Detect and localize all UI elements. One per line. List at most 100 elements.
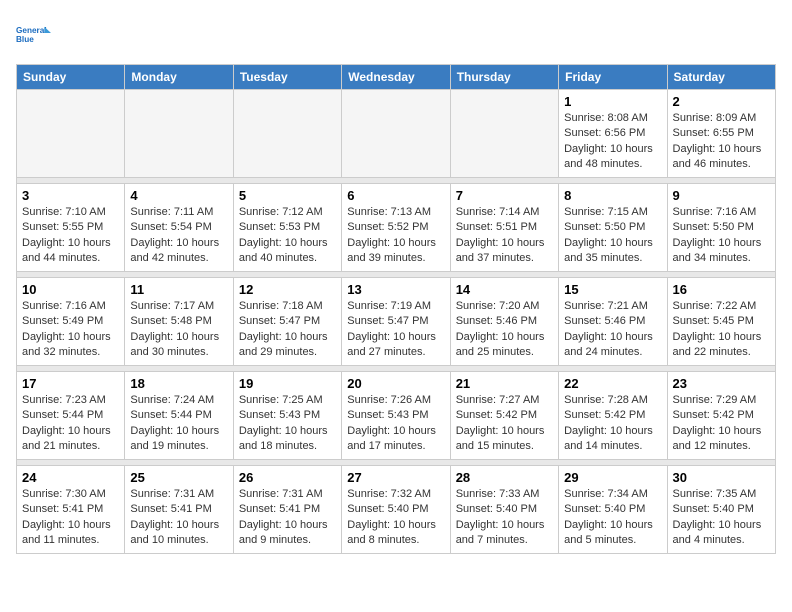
calendar-cell: 16Sunrise: 7:22 AMSunset: 5:45 PMDayligh… — [667, 278, 775, 366]
calendar-cell: 7 Sunrise: 7:14 AMSunset: 5:51 PMDaylight… — [450, 184, 558, 272]
day-number: 29 — [564, 470, 661, 485]
calendar-cell: 28 Sunrise: 7:33 AMSunset: 5:40 PMDayligh… — [450, 466, 558, 554]
calendar-cell: 9 Sunrise: 7:16 AMSunset: 5:50 PMDaylight… — [667, 184, 775, 272]
week-row-3: 10Sunrise: 7:16 AMSunset: 5:49 PMDayligh… — [17, 278, 776, 366]
svg-text:General: General — [16, 26, 47, 35]
day-number: 13 — [347, 282, 444, 297]
logo-icon: GeneralBlue — [16, 16, 52, 52]
day-number: 8 — [564, 188, 661, 203]
day-info: Sunrise: 7:20 AMSunset: 5:46 PMDaylight:… — [456, 299, 553, 361]
day-number: 2 — [673, 94, 770, 109]
day-number: 25 — [130, 470, 227, 485]
calendar-cell — [342, 90, 450, 178]
week-row-1: 1 Sunrise: 8:08 AMSunset: 6:56 PMDaylight… — [17, 90, 776, 178]
day-number: 24 — [22, 470, 119, 485]
day-info: Sunrise: 7:28 AMSunset: 5:42 PMDaylight:… — [564, 393, 661, 455]
calendar-cell — [125, 90, 233, 178]
calendar-cell: 8 Sunrise: 7:15 AMSunset: 5:50 PMDaylight… — [559, 184, 667, 272]
day-number: 17 — [22, 376, 119, 391]
day-number: 12 — [239, 282, 336, 297]
day-number: 4 — [130, 188, 227, 203]
calendar-cell: 22 Sunrise: 7:28 AMSunset: 5:42 PMDayligh… — [559, 372, 667, 460]
day-info: Sunrise: 7:31 AMSunset: 5:41 PMDaylight:… — [239, 487, 336, 549]
day-info: Sunrise: 7:29 AMSunset: 5:42 PMDaylight:… — [673, 393, 770, 455]
day-info: Sunrise: 7:19 AMSunset: 5:47 PMDaylight:… — [347, 299, 444, 361]
day-info: Sunrise: 8:09 AMSunset: 6:55 PMDaylight:… — [673, 111, 770, 173]
calendar-cell: 4Sunrise: 7:11 AMSunset: 5:54 PMDaylight… — [125, 184, 233, 272]
day-number: 18 — [130, 376, 227, 391]
day-info: Sunrise: 7:10 AMSunset: 5:55 PMDaylight:… — [22, 205, 119, 267]
calendar-cell: 18 Sunrise: 7:24 AMSunset: 5:44 PMDayligh… — [125, 372, 233, 460]
day-info: Sunrise: 7:32 AMSunset: 5:40 PMDaylight:… — [347, 487, 444, 549]
day-info: Sunrise: 7:16 AMSunset: 5:50 PMDaylight:… — [673, 205, 770, 267]
day-info: Sunrise: 7:35 AMSunset: 5:40 PMDaylight:… — [673, 487, 770, 549]
calendar-cell: 6 Sunrise: 7:13 AMSunset: 5:52 PMDaylight… — [342, 184, 450, 272]
calendar-cell: 10Sunrise: 7:16 AMSunset: 5:49 PMDayligh… — [17, 278, 125, 366]
day-info: Sunrise: 7:33 AMSunset: 5:40 PMDaylight:… — [456, 487, 553, 549]
day-info: Sunrise: 7:34 AMSunset: 5:40 PMDaylight:… — [564, 487, 661, 549]
day-number: 28 — [456, 470, 553, 485]
day-info: Sunrise: 7:13 AMSunset: 5:52 PMDaylight:… — [347, 205, 444, 267]
day-number: 14 — [456, 282, 553, 297]
day-number: 9 — [673, 188, 770, 203]
day-number: 30 — [673, 470, 770, 485]
day-number: 15 — [564, 282, 661, 297]
day-info: Sunrise: 7:15 AMSunset: 5:50 PMDaylight:… — [564, 205, 661, 267]
calendar-cell: 25 Sunrise: 7:31 AMSunset: 5:41 PMDayligh… — [125, 466, 233, 554]
day-number: 21 — [456, 376, 553, 391]
day-number: 20 — [347, 376, 444, 391]
calendar-cell: 1 Sunrise: 8:08 AMSunset: 6:56 PMDaylight… — [559, 90, 667, 178]
day-info: Sunrise: 7:31 AMSunset: 5:41 PMDaylight:… — [130, 487, 227, 549]
calendar-cell: 11 Sunrise: 7:17 AMSunset: 5:48 PMDayligh… — [125, 278, 233, 366]
day-info: Sunrise: 7:25 AMSunset: 5:43 PMDaylight:… — [239, 393, 336, 455]
calendar-header-wednesday: Wednesday — [342, 65, 450, 90]
day-number: 1 — [564, 94, 661, 109]
calendar-cell — [233, 90, 341, 178]
day-number: 5 — [239, 188, 336, 203]
calendar-header-saturday: Saturday — [667, 65, 775, 90]
day-number: 16 — [673, 282, 770, 297]
day-info: Sunrise: 8:08 AMSunset: 6:56 PMDaylight:… — [564, 111, 661, 173]
logo: GeneralBlue — [16, 16, 52, 52]
day-number: 11 — [130, 282, 227, 297]
day-info: Sunrise: 7:26 AMSunset: 5:43 PMDaylight:… — [347, 393, 444, 455]
calendar-header-thursday: Thursday — [450, 65, 558, 90]
calendar-header-monday: Monday — [125, 65, 233, 90]
day-number: 23 — [673, 376, 770, 391]
day-number: 7 — [456, 188, 553, 203]
day-number: 3 — [22, 188, 119, 203]
day-number: 26 — [239, 470, 336, 485]
day-info: Sunrise: 7:17 AMSunset: 5:48 PMDaylight:… — [130, 299, 227, 361]
calendar-cell: 20 Sunrise: 7:26 AMSunset: 5:43 PMDayligh… — [342, 372, 450, 460]
calendar-cell: 2 Sunrise: 8:09 AMSunset: 6:55 PMDaylight… — [667, 90, 775, 178]
calendar-cell: 27 Sunrise: 7:32 AMSunset: 5:40 PMDayligh… — [342, 466, 450, 554]
calendar-cell: 24Sunrise: 7:30 AMSunset: 5:41 PMDayligh… — [17, 466, 125, 554]
day-info: Sunrise: 7:14 AMSunset: 5:51 PMDaylight:… — [456, 205, 553, 267]
day-info: Sunrise: 7:24 AMSunset: 5:44 PMDaylight:… — [130, 393, 227, 455]
day-number: 27 — [347, 470, 444, 485]
calendar-cell: 29 Sunrise: 7:34 AMSunset: 5:40 PMDayligh… — [559, 466, 667, 554]
week-row-4: 17 Sunrise: 7:23 AMSunset: 5:44 PMDayligh… — [17, 372, 776, 460]
calendar-cell: 19 Sunrise: 7:25 AMSunset: 5:43 PMDayligh… — [233, 372, 341, 460]
day-info: Sunrise: 7:23 AMSunset: 5:44 PMDaylight:… — [22, 393, 119, 455]
calendar-cell: 14 Sunrise: 7:20 AMSunset: 5:46 PMDayligh… — [450, 278, 558, 366]
calendar-cell: 21Sunrise: 7:27 AMSunset: 5:42 PMDayligh… — [450, 372, 558, 460]
calendar-cell: 13 Sunrise: 7:19 AMSunset: 5:47 PMDayligh… — [342, 278, 450, 366]
day-number: 19 — [239, 376, 336, 391]
day-info: Sunrise: 7:16 AMSunset: 5:49 PMDaylight:… — [22, 299, 119, 361]
calendar-cell — [450, 90, 558, 178]
day-info: Sunrise: 7:18 AMSunset: 5:47 PMDaylight:… — [239, 299, 336, 361]
week-row-5: 24Sunrise: 7:30 AMSunset: 5:41 PMDayligh… — [17, 466, 776, 554]
day-info: Sunrise: 7:12 AMSunset: 5:53 PMDaylight:… — [239, 205, 336, 267]
week-row-2: 3 Sunrise: 7:10 AMSunset: 5:55 PMDaylight… — [17, 184, 776, 272]
day-number: 6 — [347, 188, 444, 203]
calendar-table: SundayMondayTuesdayWednesdayThursdayFrid… — [16, 64, 776, 554]
calendar-header-friday: Friday — [559, 65, 667, 90]
day-info: Sunrise: 7:21 AMSunset: 5:46 PMDaylight:… — [564, 299, 661, 361]
day-number: 22 — [564, 376, 661, 391]
calendar-cell: 15 Sunrise: 7:21 AMSunset: 5:46 PMDayligh… — [559, 278, 667, 366]
calendar-cell: 3 Sunrise: 7:10 AMSunset: 5:55 PMDaylight… — [17, 184, 125, 272]
calendar-header-tuesday: Tuesday — [233, 65, 341, 90]
calendar-cell: 30 Sunrise: 7:35 AMSunset: 5:40 PMDayligh… — [667, 466, 775, 554]
calendar-cell: 26 Sunrise: 7:31 AMSunset: 5:41 PMDayligh… — [233, 466, 341, 554]
